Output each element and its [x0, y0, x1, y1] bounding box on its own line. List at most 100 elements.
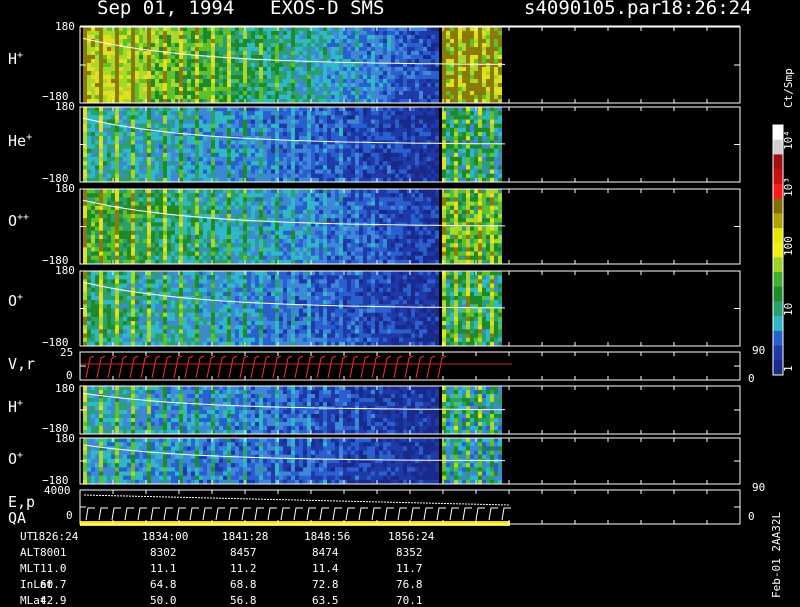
heatmap-cell [383, 115, 387, 120]
heatmap-cell [474, 71, 478, 76]
heatmap-cell [283, 206, 287, 211]
heatmap-cell [423, 71, 427, 76]
heatmap-cell [311, 95, 315, 100]
heatmap-cell [482, 115, 486, 120]
heatmap-cell [179, 95, 183, 100]
heatmap-cell [131, 193, 135, 198]
heatmap-cell [478, 111, 482, 116]
heatmap-cell [283, 59, 287, 64]
heatmap-cell [183, 87, 187, 92]
heatmap-cell [163, 87, 167, 92]
heatmap-cell [299, 75, 303, 80]
heatmap-cell [271, 63, 275, 68]
heatmap-cell [271, 128, 275, 133]
heatmap-cell [95, 210, 99, 215]
heatmap-cell [207, 157, 211, 162]
heatmap-cell [147, 71, 151, 76]
heatmap-cell [427, 107, 431, 112]
heatmap-cell [411, 153, 415, 158]
heatmap-cell [283, 214, 287, 219]
heatmap-cell [423, 149, 427, 154]
heatmap-cell [359, 75, 363, 80]
heatmap-cell [167, 247, 171, 252]
heatmap-cell [123, 128, 127, 133]
heatmap-cell [143, 115, 147, 120]
heatmap-cell [435, 35, 439, 40]
heatmap-cell [127, 165, 131, 170]
heatmap-cell [211, 128, 215, 133]
heatmap-cell [191, 235, 195, 240]
heatmap-cell [139, 132, 143, 137]
heatmap-cell [271, 157, 275, 162]
heatmap-cell [470, 91, 474, 96]
heatmap-cell [427, 149, 431, 154]
heatmap-cell [179, 120, 183, 125]
heatmap-cell [115, 218, 119, 223]
heatmap-cell [95, 27, 99, 32]
heatmap-cell [119, 63, 123, 68]
heatmap-cell [442, 170, 446, 175]
heatmap-cell [87, 243, 91, 248]
heatmap-cell [315, 91, 319, 96]
heatmap-cell [183, 67, 187, 72]
heatmap-cell [199, 206, 203, 211]
heatmap-cell [466, 165, 470, 170]
heatmap-cell [458, 111, 462, 116]
heatmap-cell [239, 214, 243, 219]
heatmap-cell [339, 71, 343, 76]
heatmap-cell [442, 47, 446, 52]
heatmap-cell [343, 31, 347, 36]
heatmap-cell [175, 55, 179, 60]
heatmap-cell [83, 153, 87, 158]
heatmap-cell [283, 55, 287, 60]
heatmap-cell [99, 27, 103, 32]
heatmap-cell [131, 51, 135, 56]
heatmap-cell [263, 145, 267, 150]
heatmap-cell [195, 189, 199, 194]
heatmap-cell [215, 145, 219, 150]
heatmap-cell [367, 165, 371, 170]
heatmap-cell [215, 222, 219, 227]
heatmap-cell [391, 95, 395, 100]
heatmap-cell [355, 153, 359, 158]
heatmap-cell [163, 55, 167, 60]
heatmap-cell [195, 107, 199, 112]
heatmap-cell [227, 145, 231, 150]
heatmap-cell [195, 91, 199, 96]
heatmap-cell [231, 140, 235, 145]
heatmap-cell [478, 153, 482, 158]
heatmap-cell [243, 161, 247, 166]
heatmap-cell [171, 35, 175, 40]
heatmap-cell [319, 55, 323, 60]
heatmap-cell [307, 35, 311, 40]
heatmap-cell [183, 227, 187, 232]
heatmap-cell [331, 145, 335, 150]
heatmap-cell [239, 95, 243, 100]
heatmap-cell [175, 170, 179, 175]
heatmap-cell [343, 95, 347, 100]
heatmap-cell [227, 149, 231, 154]
heatmap-cell [243, 140, 247, 145]
heatmap-cell [183, 136, 187, 141]
heatmap-cell [486, 95, 490, 100]
heatmap-cell [99, 161, 103, 166]
heatmap-cell [119, 107, 123, 112]
heatmap-cell [462, 87, 466, 92]
heatmap-cell [103, 27, 107, 32]
heatmap-cell [175, 206, 179, 211]
heatmap-cell [287, 247, 291, 252]
heatmap-cell [299, 202, 303, 207]
heatmap-cell [283, 63, 287, 68]
heatmap-cell [466, 91, 470, 96]
heatmap-cell [363, 111, 367, 116]
heatmap-cell [351, 165, 355, 170]
heatmap-cell [343, 67, 347, 72]
heatmap-cell [231, 120, 235, 125]
heatmap-cell [175, 153, 179, 158]
heatmap-cell [155, 115, 159, 120]
heatmap-cell [462, 120, 466, 125]
heatmap-cell [299, 227, 303, 232]
heatmap-cell [175, 124, 179, 129]
heatmap-cell [151, 120, 155, 125]
heatmap-cell [95, 124, 99, 129]
